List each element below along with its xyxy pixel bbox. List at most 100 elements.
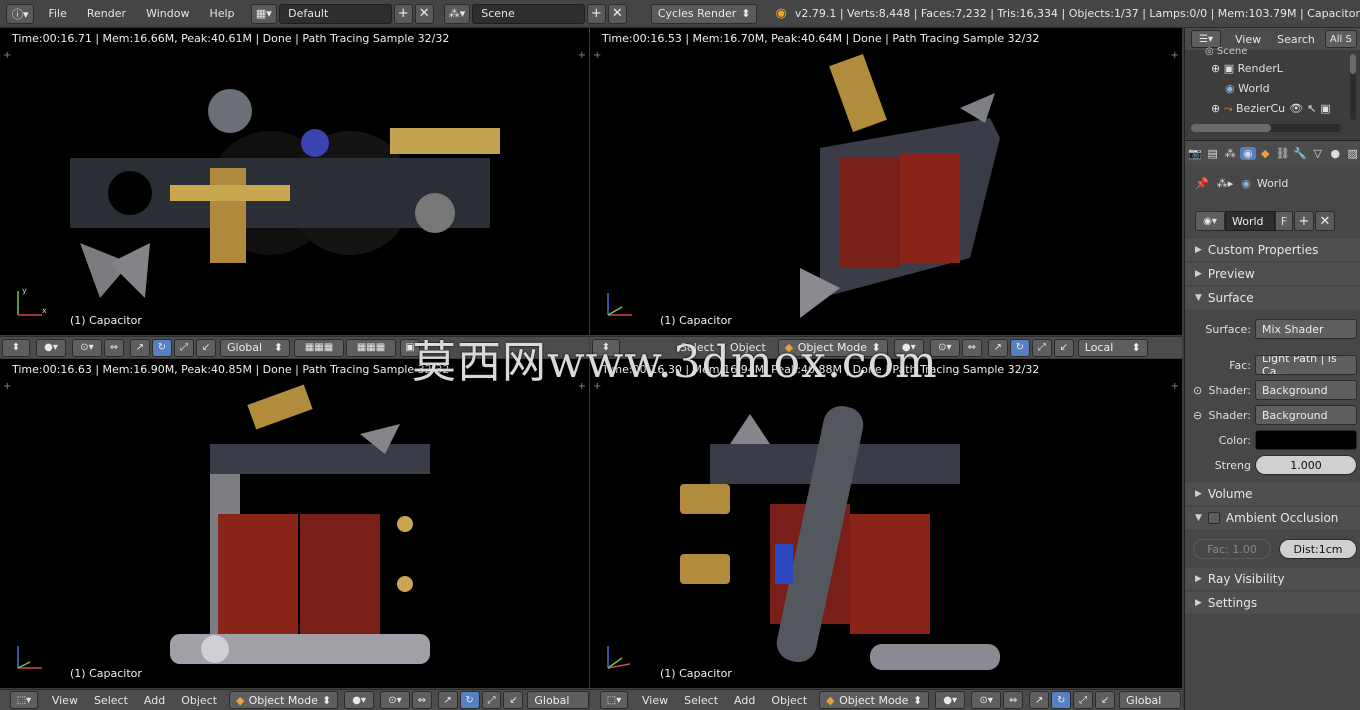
panel-surface[interactable]: ▼ Surface (1185, 287, 1360, 309)
menu-select[interactable]: Select (684, 694, 718, 707)
interaction-mode-select[interactable]: ◆ Object Mode ⬍ (819, 691, 930, 709)
texture-tab-icon[interactable]: ▨ (1345, 147, 1360, 160)
surface-shader-select[interactable]: Mix Shader (1255, 319, 1357, 339)
corner-widget[interactable]: + (3, 381, 11, 392)
scale-manipulator-button[interactable]: ⤢ (1031, 338, 1052, 357)
expand-node-icon[interactable]: ⊙ (1193, 384, 1202, 397)
menu-add[interactable]: Add (144, 694, 165, 707)
delete-screen-button[interactable]: ✕ (414, 3, 434, 24)
scrollbar-thumb[interactable] (1350, 54, 1356, 74)
transform-orientation-select[interactable]: Local ⬍ (1077, 338, 1148, 357)
collapse-node-icon[interactable]: ⊖ (1193, 409, 1202, 422)
editor-type-button[interactable]: ⬍ (2, 338, 30, 357)
pivot-point-button[interactable]: ⊙▾ (72, 338, 102, 357)
viewport-bottom-left[interactable]: Time:00:16.63 | Mem:16.90M, Peak:40.85M … (0, 359, 589, 688)
snap-button[interactable]: ↙ (1053, 338, 1074, 357)
object-tab-icon[interactable]: ◆ (1257, 147, 1274, 160)
scale-manipulator-button[interactable]: ⤢ (174, 338, 194, 357)
scrollbar-thumb[interactable] (1191, 124, 1271, 132)
menu-object[interactable]: Object (771, 694, 807, 707)
panel-ambient-occlusion[interactable]: ▼ Ambient Occlusion (1185, 507, 1360, 529)
scene-tab-icon[interactable]: ⁂ (1222, 147, 1239, 160)
translate-manipulator-button[interactable]: ↗ (987, 338, 1008, 357)
translate-manipulator-button[interactable]: ↗ (1029, 691, 1050, 709)
delete-scene-button[interactable]: ✕ (607, 3, 627, 24)
menu-view[interactable]: View (52, 694, 78, 707)
expand-icon[interactable]: ⊕ (1211, 62, 1224, 75)
translate-manipulator-button[interactable]: ↗ (437, 691, 458, 709)
constraints-tab-icon[interactable]: ⛓ (1275, 147, 1292, 160)
menu-render[interactable]: Render (87, 7, 126, 20)
interaction-mode-select[interactable]: ◆ Object Mode ⬍ (229, 691, 339, 709)
viewport-top-right[interactable]: Time:00:16.53 | Mem:16.70M, Peak:40.64M … (590, 28, 1182, 335)
world-tab-icon[interactable]: ◉ (1239, 146, 1256, 160)
new-world-button[interactable]: + (1294, 211, 1314, 231)
corner-widget[interactable]: + (1171, 381, 1179, 392)
rotate-manipulator-button[interactable]: ↻ (1009, 338, 1030, 357)
render-engine-select[interactable]: Cycles Render ⬍ (650, 3, 758, 24)
fac-input-select[interactable]: Light Path | Is Ca... (1255, 355, 1357, 375)
scale-manipulator-button[interactable]: ⤢ (1073, 691, 1094, 709)
pivot-point-button[interactable]: ⊙▾ (380, 691, 410, 709)
outliner-item[interactable]: ◎ Scene (1205, 46, 1247, 56)
screen-layout-field[interactable]: Default (279, 3, 392, 24)
layers-grid[interactable]: ▦▦▦ (294, 338, 344, 357)
screen-layout-icon[interactable]: ▦▾ (250, 3, 278, 24)
translate-manipulator-button[interactable]: ↗ (130, 338, 150, 357)
pin-icon[interactable]: 📌 (1195, 177, 1209, 190)
viewport-top-left[interactable]: Time:00:16.71 | Mem:16.66M, Peak:40.61M … (0, 28, 589, 335)
menu-select[interactable]: Select (94, 694, 128, 707)
ao-distance-field[interactable]: Dist:1cm (1279, 539, 1357, 559)
manipulator-toggle[interactable]: ⇔ (411, 691, 432, 709)
shading-mode-button[interactable]: ●▾ (36, 338, 66, 357)
scene-field[interactable]: Scene (472, 3, 585, 24)
menu-view[interactable]: View (1235, 33, 1261, 46)
render-layers-tab-icon[interactable]: ▤ (1205, 147, 1222, 160)
rotate-manipulator-button[interactable]: ↻ (459, 691, 480, 709)
editor-type-button[interactable]: ⬚▾ (600, 691, 628, 709)
shader1-select[interactable]: Background (1255, 380, 1357, 400)
pivot-point-button[interactable]: ⊙▾ (971, 691, 1002, 709)
transform-orientation-select[interactable]: Global (1119, 691, 1182, 709)
menu-view[interactable]: View (642, 694, 668, 707)
outliner-item[interactable]: ◉ World (1225, 82, 1270, 95)
material-tab-icon[interactable]: ● (1327, 147, 1344, 160)
ao-factor-field[interactable]: Fac: 1.00 (1193, 539, 1271, 559)
layers-grid[interactable]: ▦▦▦ (346, 338, 396, 357)
panel-settings[interactable]: ▶ Settings (1185, 592, 1360, 614)
rotate-manipulator-button[interactable]: ↻ (152, 338, 172, 357)
display-mode-select[interactable]: All S (1324, 30, 1357, 48)
manipulator-toggle[interactable]: ⇔ (1003, 691, 1024, 709)
menu-object[interactable]: Object (181, 694, 217, 707)
menu-search[interactable]: Search (1277, 33, 1315, 46)
viewport-bottom-right[interactable]: Time:00:16.30 | Mem:16.94M, Peak:40.88M … (590, 359, 1182, 688)
menu-window[interactable]: Window (146, 7, 189, 20)
shading-mode-button[interactable]: ●▾ (935, 691, 966, 709)
cursor-icon[interactable]: ↖ (1307, 102, 1316, 115)
manipulator-toggle[interactable]: ⇔ (961, 338, 982, 357)
menu-help[interactable]: Help (209, 7, 234, 20)
outliner-item[interactable]: ⊕ ⤳ BezierCu 👁 ↖ ▣ (1211, 102, 1331, 116)
corner-widget[interactable]: + (1171, 50, 1179, 61)
unlink-world-button[interactable]: ✕ (1315, 211, 1335, 231)
rotate-manipulator-button[interactable]: ↻ (1051, 691, 1072, 709)
panel-ray-visibility[interactable]: ▶ Ray Visibility (1185, 568, 1360, 590)
world-browse-button[interactable]: ◉▾ (1195, 211, 1225, 231)
panel-preview[interactable]: ▶ Preview (1185, 263, 1360, 285)
transform-orientation-select[interactable]: Global ⬍ (220, 338, 290, 357)
panel-custom-properties[interactable]: ▶ Custom Properties (1185, 239, 1360, 261)
manipulator-toggle[interactable]: ⇔ (104, 338, 124, 357)
eye-icon[interactable]: 👁 (1289, 102, 1303, 115)
scene-icon[interactable]: ⁂▾ (443, 3, 471, 24)
panel-volume[interactable]: ▶ Volume (1185, 483, 1360, 505)
add-scene-button[interactable]: + (586, 3, 606, 24)
menu-file[interactable]: File (48, 7, 66, 20)
snap-button[interactable]: ↙ (1095, 691, 1116, 709)
add-screen-button[interactable]: + (393, 3, 413, 24)
outliner-vertical-scrollbar[interactable] (1350, 54, 1356, 120)
transform-orientation-select[interactable]: Global (527, 691, 589, 709)
corner-widget[interactable]: + (3, 50, 11, 61)
corner-widget[interactable]: + (593, 50, 601, 61)
outliner-item[interactable]: ⊕ ▣ RenderL (1211, 62, 1283, 75)
strength-slider[interactable]: 1.000 (1255, 455, 1357, 475)
